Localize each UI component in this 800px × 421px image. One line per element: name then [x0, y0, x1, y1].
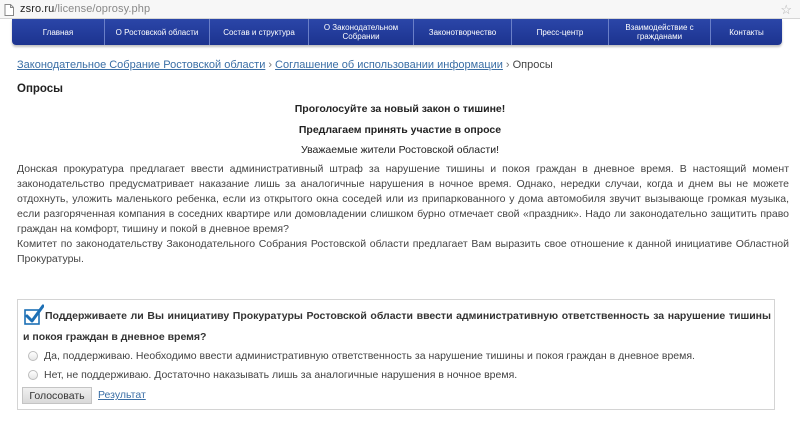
headline: Проголосуйте за новый закон о тишине!: [294, 103, 506, 115]
main-navigation: Главная О Ростовской области Состав и ст…: [12, 19, 782, 45]
results-link[interactable]: Результат: [98, 389, 146, 401]
nav-item-contacts[interactable]: Контакты: [711, 19, 782, 45]
breadcrumb-separator: ›: [505, 59, 510, 71]
browser-address-bar[interactable]: zsro.ru/license/oprosy.php ☆: [0, 0, 800, 19]
nav-item-structure[interactable]: Состав и структура: [210, 19, 309, 45]
nav-item-lawmaking[interactable]: Законотворчество: [414, 19, 512, 45]
intro-paragraph: Донская прокуратура предлагает ввести ад…: [17, 163, 789, 235]
breadcrumb-current: Опросы: [512, 59, 553, 71]
checkmark-icon: [24, 304, 44, 325]
nav-item-about-region[interactable]: О Ростовской области: [105, 19, 210, 45]
breadcrumb-link-assembly[interactable]: Законодательное Собрание Ростовской обла…: [17, 59, 265, 71]
url-host: zsro.ru: [20, 3, 55, 15]
poll-option-yes[interactable]: Да, поддерживаю. Необходимо ввести админ…: [28, 350, 695, 362]
poll-option-no-label: Нет, не поддерживаю. Достаточно наказыва…: [44, 369, 518, 381]
url-text[interactable]: zsro.ru/license/oprosy.php: [20, 3, 150, 15]
nav-item-citizens[interactable]: Взаимодействие с гражданами: [609, 19, 711, 45]
nav-item-press-center[interactable]: Пресс-центр: [512, 19, 609, 45]
bookmark-star-icon[interactable]: ☆: [780, 2, 792, 18]
radio-no[interactable]: [28, 370, 38, 380]
breadcrumb-link-agreement[interactable]: Соглашение об использовании информации: [275, 59, 503, 71]
poll-option-yes-label: Да, поддерживаю. Необходимо ввести админ…: [44, 350, 695, 362]
poll-option-no[interactable]: Нет, не поддерживаю. Достаточно наказыва…: [28, 369, 517, 381]
page-title: Опросы: [17, 83, 64, 95]
radio-yes[interactable]: [28, 351, 38, 361]
poll-question: Поддерживаете ли Вы инициативу Прокурату…: [23, 310, 771, 343]
committee-paragraph: Комитет по законодательству Законодатель…: [17, 238, 789, 265]
url-path: /license/oprosy.php: [54, 3, 151, 15]
page-icon: [4, 3, 14, 16]
greeting-text: Уважаемые жители Ростовской области!: [301, 144, 499, 156]
nav-item-about-assembly[interactable]: О Законодательном Собрании: [309, 19, 414, 45]
invite-text: Предлагаем принять участие в опросе: [298, 124, 502, 136]
breadcrumb-separator: ›: [268, 59, 273, 71]
poll-form: Поддерживаете ли Вы инициативу Прокурату…: [17, 299, 775, 410]
vote-button[interactable]: Голосовать: [22, 387, 92, 404]
nav-item-home[interactable]: Главная: [12, 19, 105, 45]
breadcrumb: Законодательное Собрание Ростовской обла…: [17, 59, 553, 71]
